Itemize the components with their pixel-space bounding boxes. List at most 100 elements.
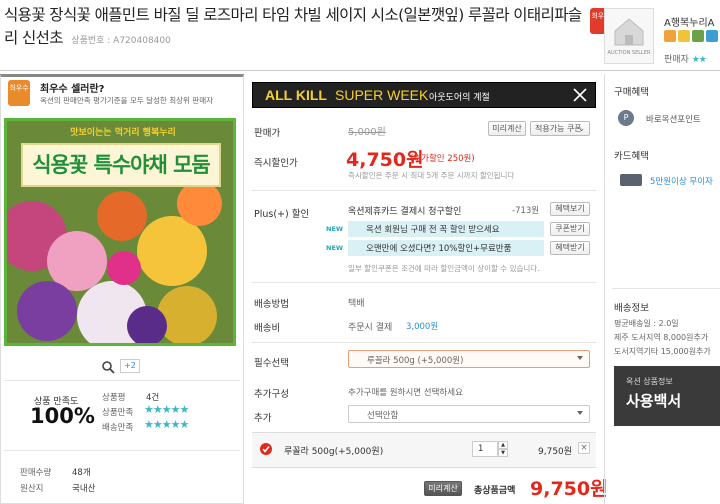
- discount-price-label: 즉시할인가: [254, 158, 298, 169]
- auction-seller-logo[interactable]: AUCTION SELLER: [604, 8, 654, 64]
- card-installment[interactable]: 5만원이상 무이자: [650, 175, 713, 187]
- seller-rank-label: 판매자: [664, 55, 689, 65]
- ship-jeju: 제주 도서지역 8,000원추가: [614, 333, 709, 342]
- mail-icon: [706, 30, 718, 42]
- required-option-label: 필수선택: [254, 358, 289, 369]
- user-guide-top: 옥션 상품정보: [626, 377, 673, 386]
- sold-label: 판매수량: [20, 468, 52, 478]
- get-benefit-button[interactable]: 혜택받기: [550, 241, 590, 255]
- ship-divider: [252, 342, 596, 343]
- stats-divider: [4, 380, 240, 381]
- preview-total-button[interactable]: 미리계산: [424, 481, 462, 496]
- add-option-select[interactable]: 선택안함: [348, 405, 590, 423]
- plus-divider: [252, 282, 596, 283]
- coupon-button[interactable]: 적용가능 쿠폰 ⌄: [530, 121, 590, 136]
- cart-item-price: 9,750원: [538, 447, 573, 457]
- point-icon: P: [618, 110, 634, 126]
- best-seller-badge-label: 최우수: [9, 84, 29, 92]
- best-seller-title[interactable]: 최우수 셀러란?: [40, 80, 104, 95]
- image-sign-text: 식용꽃 특수야채 모둠: [32, 153, 211, 177]
- chevron-down-icon: [577, 356, 583, 360]
- total-value: 9,750원: [530, 478, 608, 500]
- sold-value: 48개: [72, 468, 91, 478]
- discount-note: (추가할인 250원): [410, 154, 475, 164]
- banner-headline: SUPER WEEK: [335, 87, 429, 103]
- remove-item-icon[interactable]: ×: [578, 442, 590, 454]
- buy-benefit-heading: 구매혜택: [614, 87, 649, 98]
- ship-avg: 평균배송일 : 2.0일: [614, 319, 679, 328]
- chevron-down-icon: [577, 411, 583, 415]
- delivery-label: 배송만족: [102, 423, 134, 433]
- best-seller-badge: 최우수: [8, 80, 30, 106]
- card-discount-text: 옥션제휴카드 결제시 청구할인: [348, 207, 462, 217]
- quantity-input[interactable]: 1: [472, 441, 498, 457]
- ship-island: 도서지역기타 15,000원추가: [614, 347, 711, 356]
- coupon-button-label: 적용가능 쿠폰: [535, 124, 582, 133]
- card-discount-amount: -713원: [512, 206, 540, 216]
- image-sign: 식용꽃 특수야채 모둠: [21, 143, 221, 187]
- close-icon[interactable]: [567, 84, 593, 106]
- ship-fee-amount: 3,000원: [406, 322, 439, 332]
- product-code: 상품번호 : A720408400: [71, 36, 171, 46]
- promo-return[interactable]: 오맨만에 오셨다면? 10%할인+무료반품: [348, 240, 544, 256]
- sold-divider: [4, 450, 240, 451]
- review-count[interactable]: 4건: [146, 391, 159, 403]
- banner-sub: 아웃도어의 계절: [429, 93, 490, 103]
- origin-value: 국내산: [72, 484, 96, 494]
- ship-info-heading: 배송정보: [614, 303, 649, 314]
- seller-rank: 판매자 ★★: [664, 52, 707, 65]
- plus-note: 일부 할인쿠폰은 조건에 따라 할인금액이 상이할 수 있습니다.: [348, 264, 540, 273]
- user-guide-banner[interactable]: 옥션 상품정보 사용백서: [614, 366, 720, 426]
- add-option-label: 추가: [254, 413, 272, 424]
- thumb-icon: [678, 30, 690, 42]
- image-tagline: 맛보이는는 먹거리 행복누리: [70, 128, 176, 138]
- point-label[interactable]: 바로옥션포인트: [646, 113, 701, 125]
- best-seller-desc: 옥션의 판매만족 평가기준을 모두 달성한 최상위 판매자: [40, 96, 214, 105]
- quantity-down-icon[interactable]: ▼: [498, 449, 508, 457]
- card-benefit-button[interactable]: 혜택보기: [550, 202, 590, 216]
- required-option-value: 루꼴라 500g (+5,000원): [367, 356, 464, 366]
- cart-item-name: 루꼴라 500g(+5,000원): [284, 447, 384, 457]
- check-icon[interactable]: [260, 443, 272, 455]
- get-coupon-button[interactable]: 쿠폰받기: [550, 222, 590, 236]
- new-tag-2: NEW: [326, 244, 344, 252]
- list-price-value: 5,000원: [348, 127, 386, 138]
- add-option-value: 선택안함: [367, 411, 399, 421]
- quality-label: 상품만족: [102, 408, 134, 418]
- discount-desc: 즉시할인은 주문 시 최대 5개 주문 시까지 할인됩니다: [348, 171, 515, 180]
- search-icon[interactable]: [101, 360, 115, 374]
- hand-icon: [664, 30, 676, 42]
- card-benefit-heading: 카드혜택: [614, 151, 649, 162]
- preview-calc-button[interactable]: 미리계산: [488, 121, 526, 136]
- required-option-select[interactable]: 루꼴라 500g (+5,000원): [348, 350, 590, 368]
- delivery-stars: ★★★★★: [144, 418, 189, 431]
- product-image[interactable]: 맛보이는는 먹거리 행복누리 식용꽃 특수야채 모둠: [4, 118, 236, 346]
- sidebar-divider: [604, 74, 605, 504]
- ship-method-label: 배송방법: [254, 299, 289, 310]
- user-guide-title: 사용백서: [626, 392, 682, 410]
- ship-fee-label: 배송비: [254, 323, 281, 334]
- review-label: 상품평: [102, 393, 126, 403]
- card-icon: [620, 174, 642, 186]
- promo-banner[interactable]: ALL KILL SUPER WEEK 아웃도어의 계절: [252, 82, 596, 108]
- extra-option-hint: 추가구매를 원하시면 선택하세요: [348, 388, 463, 398]
- ship-fee-value: 주문시 결제: [348, 323, 393, 333]
- sidebar-sep: [612, 288, 720, 289]
- banner-brand: ALL KILL: [265, 87, 327, 103]
- quality-stars: ★★★★★: [144, 403, 189, 416]
- satisfaction-value: 100%: [30, 404, 95, 428]
- origin-label: 원산지: [20, 484, 44, 494]
- seller-rank-stars: ★★: [691, 55, 707, 65]
- promo-coupon[interactable]: 옥션 회원님 구매 전 꼭 할인 받으세요: [348, 221, 544, 237]
- house-icon: AUCTION SELLER: [608, 18, 651, 56]
- header-divider: [0, 70, 720, 71]
- more-images-button[interactable]: +2: [120, 359, 140, 373]
- price-divider: [252, 190, 596, 191]
- product-title: 식용꽃 장식꽃 애플민트 바질 딜 로즈마리 타임 차빌 세이지 시소(일본깻잎…: [4, 4, 584, 53]
- list-price-label: 판매가: [254, 128, 281, 139]
- total-label: 총상품금액: [474, 486, 516, 496]
- leaf-icon: [692, 30, 704, 42]
- seller-icon-row: [664, 30, 720, 42]
- quantity-up-icon[interactable]: ▲: [498, 441, 508, 449]
- seller-name[interactable]: A행복누리A: [664, 14, 714, 29]
